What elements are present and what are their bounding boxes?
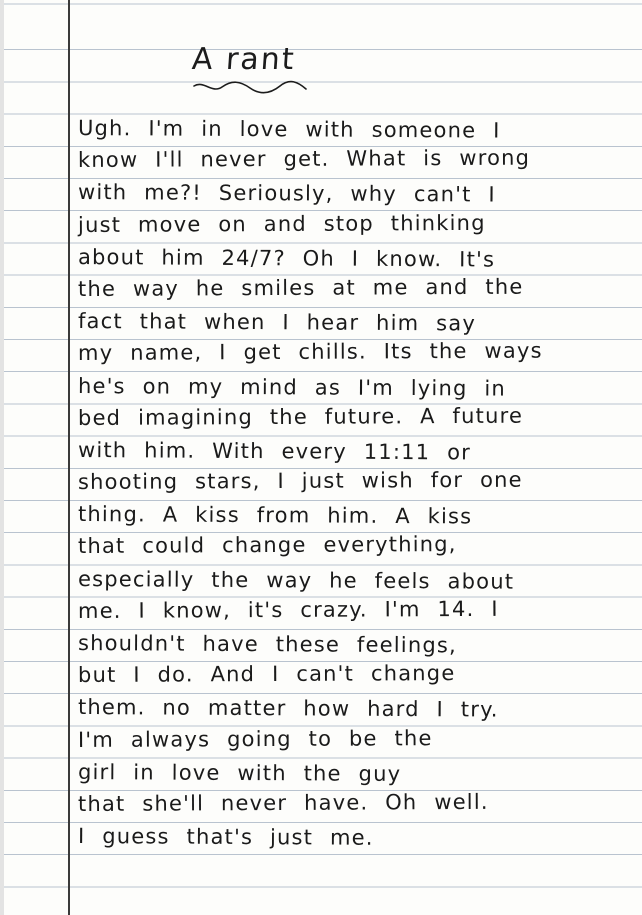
notebook-page: A rant Ugh. I'm in love with someone I k… (0, 0, 642, 915)
text-line: but I do. And I can't change (77, 661, 456, 688)
page-edge (0, 0, 4, 915)
text-line: bed imagining the future. A future (77, 403, 524, 430)
handwritten-text: Ugh. I'm in love with someone I know I'l… (78, 112, 608, 852)
title-squiggle-underline (193, 80, 307, 94)
text-line: just move on and stop thinking (77, 210, 486, 237)
margin-line (68, 0, 70, 915)
page-title: A rant (190, 42, 297, 77)
text-line: me. I know, it's crazy. I'm 14. I (77, 596, 499, 623)
title-block: A rant (190, 42, 320, 102)
text-line: that she'll never have. Oh well. (77, 789, 489, 816)
text-line: shooting stars, I just wish for one (77, 467, 523, 495)
text-line: I'm always going to be the (77, 725, 433, 752)
text-line: my name, I get chills. Its the ways (77, 338, 543, 366)
text-line: the way he smiles at me and the (77, 274, 524, 301)
text-line: that could change everything, (77, 532, 457, 559)
text-line: I guess that's just me. (77, 824, 374, 850)
text-line: know I'll never get. What is wrong (77, 145, 531, 173)
